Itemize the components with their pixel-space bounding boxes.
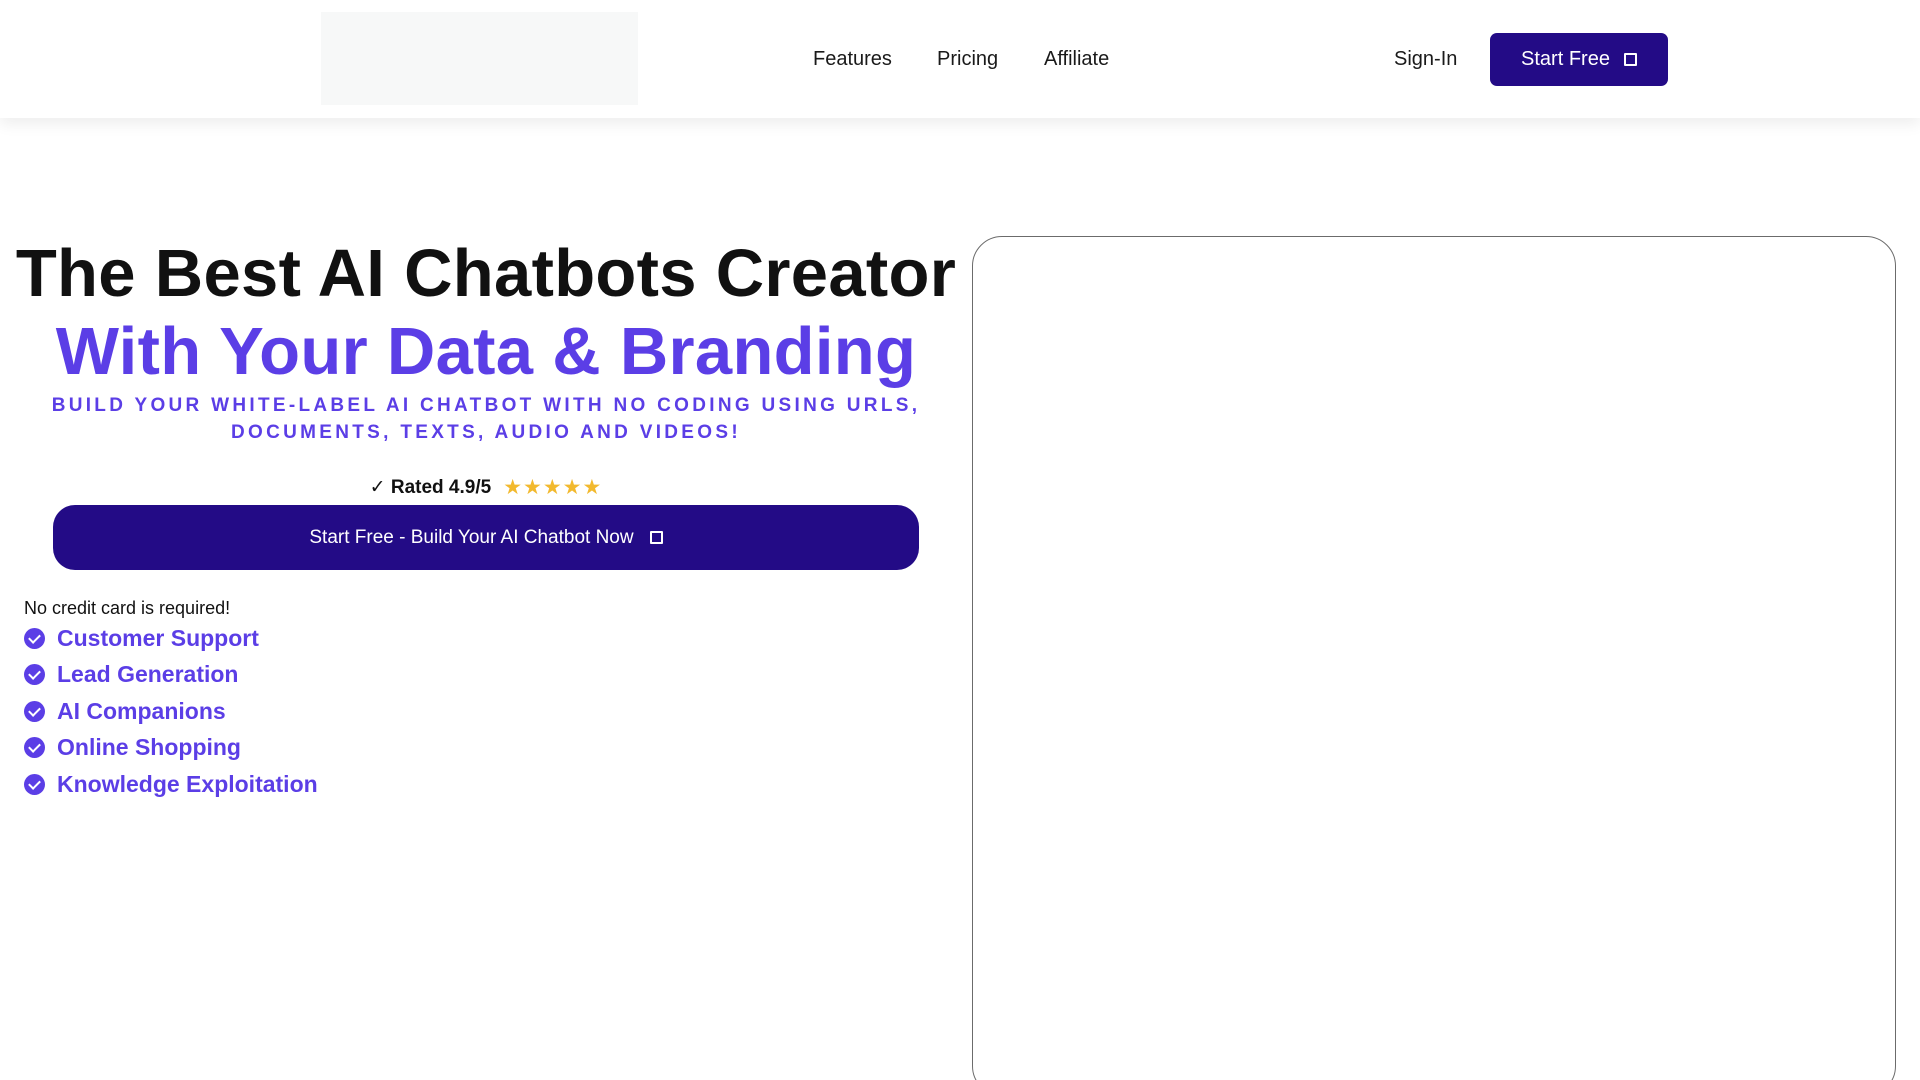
feature-label: Lead Generation — [57, 661, 239, 688]
feature-label: Customer Support — [57, 624, 259, 651]
site-header: Features Pricing Affiliate Sign-In Start… — [0, 0, 1920, 118]
logo[interactable] — [321, 12, 638, 105]
check-circle-icon — [24, 737, 45, 759]
list-item: Lead Generation — [24, 657, 318, 694]
cta-label: Start Free - Build Your AI Chatbot Now — [309, 526, 634, 548]
list-item: Customer Support — [24, 620, 318, 657]
rating: ✓ Rated 4.9/5 ★★★★★ — [0, 475, 972, 500]
no-credit-card-note: No credit card is required! — [24, 598, 231, 618]
star-rating-icon: ★★★★★ — [503, 476, 603, 499]
landing-page: Features Pricing Affiliate Sign-In Start… — [0, 0, 1920, 1080]
start-free-build-button[interactable]: Start Free - Build Your AI Chatbot Now — [53, 505, 919, 570]
check-circle-icon — [24, 664, 45, 686]
check-circle-icon — [24, 627, 45, 649]
start-free-label: Start Free — [1521, 48, 1610, 70]
nav-features[interactable]: Features — [813, 46, 892, 72]
list-item: Online Shopping — [24, 730, 318, 767]
feature-label: Online Shopping — [57, 734, 241, 761]
hero-title-accent: With Your Data & Branding — [55, 314, 917, 389]
nav-affiliate[interactable]: Affiliate — [1044, 46, 1109, 72]
feature-label: Knowledge Exploitation — [57, 770, 318, 797]
external-square-icon — [649, 531, 663, 544]
external-square-icon — [1623, 53, 1637, 66]
hero-title: The Best AI Chatbots Creator — [15, 236, 957, 311]
check-circle-icon — [24, 700, 45, 722]
list-item: Knowledge Exploitation — [24, 766, 318, 803]
feature-list: Customer Support Lead Generation AI Comp… — [24, 620, 318, 803]
nav-pricing[interactable]: Pricing — [937, 46, 998, 72]
hero-subtitle: BUILD YOUR WHITE-LABEL AI CHATBOT WITH N… — [51, 395, 921, 443]
chatbot-demo-panel — [972, 236, 1896, 1080]
start-free-button[interactable]: Start Free — [1490, 33, 1668, 86]
list-item: AI Companions — [24, 693, 318, 730]
feature-label: AI Companions — [57, 697, 226, 724]
sign-in-link[interactable]: Sign-In — [1394, 46, 1457, 72]
rating-text: ✓ Rated 4.9/5 — [369, 477, 492, 498]
check-circle-icon — [24, 773, 45, 795]
